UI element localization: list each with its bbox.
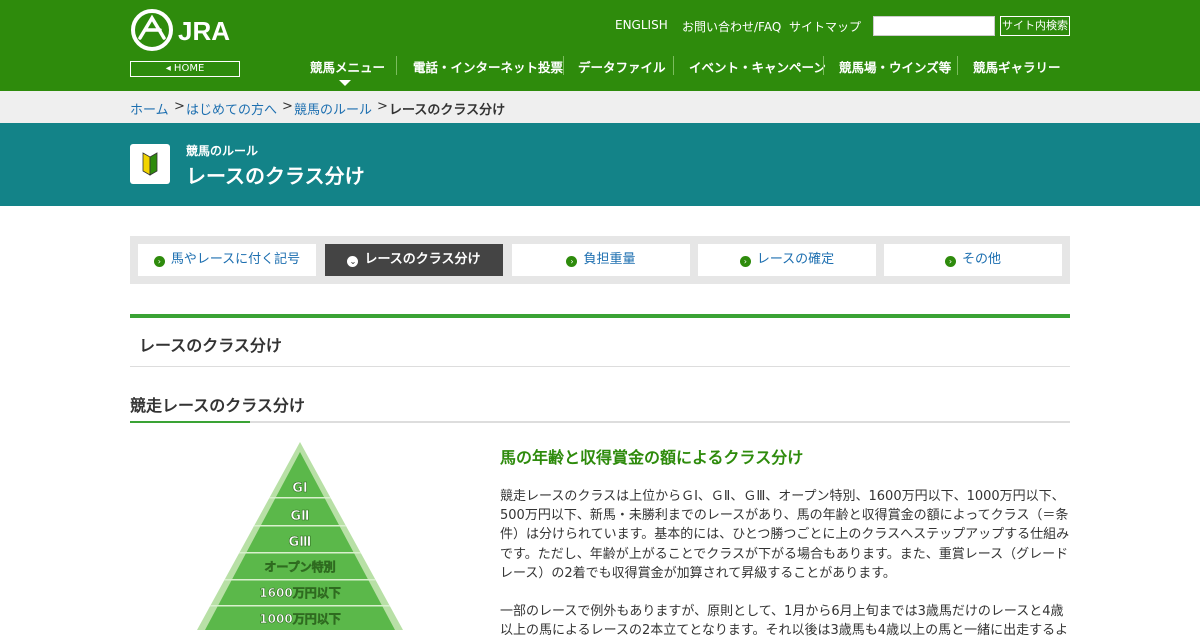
page-title: レースのクラス分け	[186, 164, 365, 188]
pyramid-level-g2: GⅡ	[290, 509, 309, 524]
sub-section-divider	[130, 421, 1070, 423]
chevron-right-icon: ›	[566, 256, 578, 267]
jra-logo-icon[interactable]: JRA	[130, 8, 240, 54]
tab-weight[interactable]: › 負担重量	[512, 244, 690, 276]
section-accent-bar	[130, 314, 1070, 318]
nav-separator	[957, 56, 958, 75]
beginner-mark-icon	[130, 144, 170, 184]
pyramid-level-1600: 1600万円以下	[259, 586, 340, 600]
util-link-sitemap[interactable]: サイトマップ	[789, 18, 861, 35]
nav-racecourse-wins[interactable]: 競馬場・ウインズ等	[839, 57, 951, 76]
chevron-down-icon: ⌄	[347, 256, 359, 267]
nav-keiba-menu[interactable]: 競馬メニュー	[310, 57, 385, 76]
nav-separator	[396, 56, 397, 75]
chevron-right-icon: ›	[153, 256, 165, 267]
pyramid-level-g3: GⅢ	[289, 535, 312, 550]
breadcrumb-rules[interactable]: 競馬のルール	[294, 99, 372, 118]
nav-keiba-gallery[interactable]: 競馬ギャラリー	[973, 57, 1061, 76]
section-divider	[130, 366, 1070, 367]
tab-label: レースのクラス分け	[364, 252, 481, 267]
breadcrumb-separator: >	[377, 99, 388, 114]
chevron-down-icon	[339, 80, 351, 86]
util-link-english[interactable]: ENGLISH	[615, 18, 668, 32]
pyramid-level-g1: GⅠ	[292, 481, 308, 496]
tab-label: 馬やレースに付く記号	[170, 252, 301, 267]
pyramid-level-1000: 1000万円以下	[259, 612, 340, 626]
pyramid-level-open: オープン特別	[264, 559, 335, 574]
home-button[interactable]: ◂ HOME	[130, 61, 240, 77]
tab-other[interactable]: › その他	[884, 244, 1062, 276]
breadcrumb-separator: >	[282, 99, 293, 114]
breadcrumb: ホーム > はじめての方へ > 競馬のルール > レースのクラス分け	[0, 91, 1200, 123]
tab-bar: › 馬やレースに付く記号 ⌄ レースのクラス分け › 負担重量 › レースの確定 › その…	[130, 236, 1070, 284]
tab-class[interactable]: ⌄ レースのクラス分け	[325, 244, 503, 276]
class-pyramid: GⅠ GⅡ GⅢ オープン特別 1600万円以下 1000万円以下	[197, 442, 403, 630]
sub-section-title: 競走レースのクラス分け	[130, 396, 305, 415]
content-paragraph-1: 競走レースのクラスは上位からＧⅠ、ＧⅡ、ＧⅢ、オープン特別、1600万円以下、1…	[500, 489, 1070, 581]
content-heading: 馬の年齢と収得賞金の額によるクラス分け	[500, 448, 804, 467]
nav-separator	[673, 56, 674, 75]
nav-separator	[563, 56, 564, 75]
breadcrumb-home[interactable]: ホーム	[130, 99, 169, 118]
page-banner: 競馬のルール レースのクラス分け	[0, 123, 1200, 206]
breadcrumb-separator: >	[174, 99, 185, 114]
chevron-right-icon: ›	[739, 256, 751, 267]
search-input[interactable]	[873, 16, 995, 36]
nav-data-file[interactable]: データファイル	[578, 57, 666, 76]
breadcrumb-beginners[interactable]: はじめての方へ	[186, 99, 277, 118]
tab-label: その他	[961, 252, 1001, 267]
tab-symbols[interactable]: › 馬やレースに付く記号	[138, 244, 316, 276]
chevron-right-icon: ›	[944, 256, 956, 267]
sub-section-accent	[130, 421, 250, 423]
breadcrumb-current: レースのクラス分け	[389, 103, 506, 118]
nav-phone-internet-vote[interactable]: 電話・インターネット投票	[413, 57, 563, 76]
section-title: レースのクラス分け	[139, 336, 282, 355]
nav-event-campaign[interactable]: イベント・キャンペーン	[689, 57, 826, 76]
banner-subtitle: 競馬のルール	[186, 144, 259, 158]
tab-confirmation[interactable]: › レースの確定	[698, 244, 876, 276]
util-link-faq[interactable]: お問い合わせ/FAQ	[682, 18, 781, 35]
tab-label: レースの確定	[756, 252, 835, 267]
site-header: JRA ◂ HOME ENGLISH お問い合わせ/FAQ サイトマップ サイト…	[0, 0, 1200, 91]
content-paragraph-2: 一部のレースで例外もありますが、原則として、1月から6月上旬までは3歳馬だけのレ…	[500, 604, 1069, 639]
tab-label: 負担重量	[583, 252, 636, 267]
svg-text:JRA: JRA	[178, 16, 230, 46]
search-button[interactable]: サイト内検索	[1000, 16, 1070, 36]
home-label: HOME	[173, 63, 205, 74]
nav-separator	[823, 56, 824, 75]
